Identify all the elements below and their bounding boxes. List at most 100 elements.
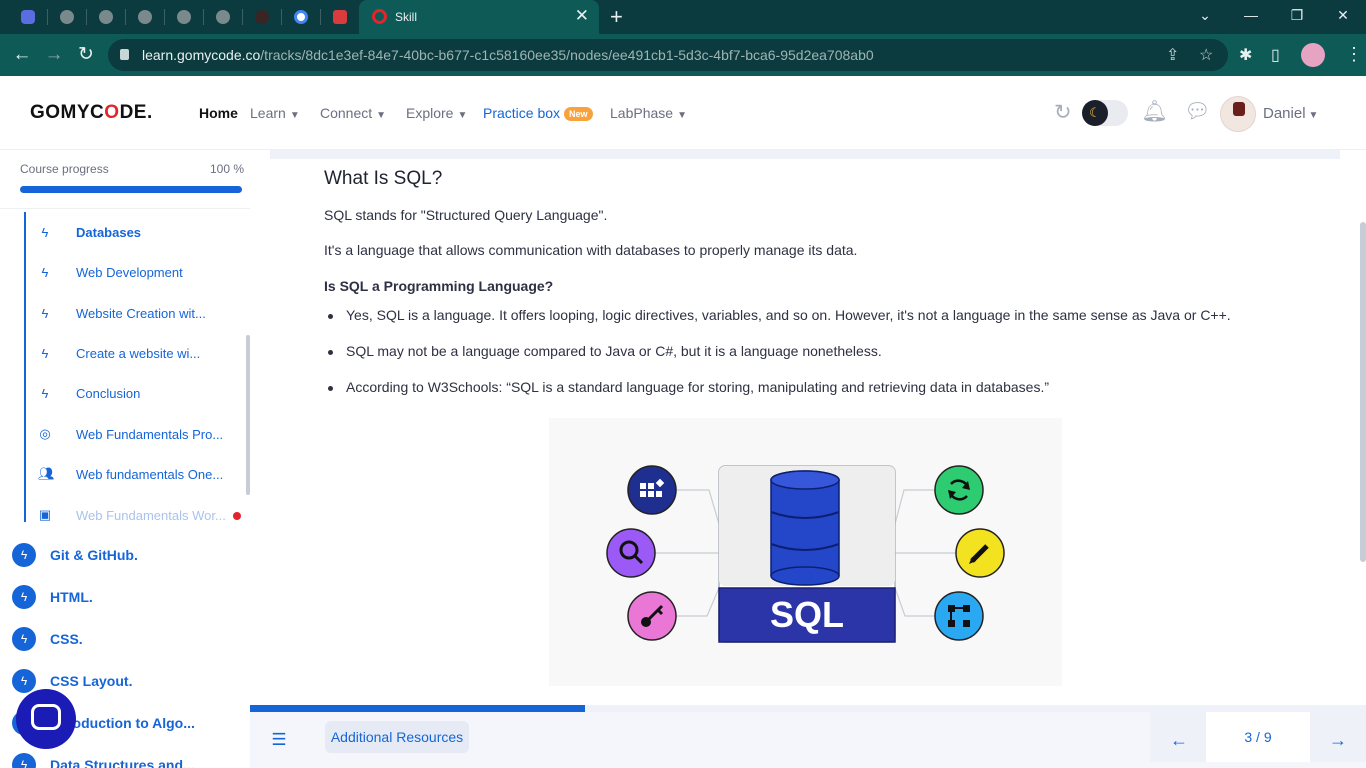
previous-page-icon[interactable]: ← <box>1170 728 1188 752</box>
bullet-item: Yes, SQL is a language. It offers loopin… <box>328 307 1231 323</box>
tab-favicon-globe[interactable] <box>134 7 156 27</box>
forward-icon[interactable]: → <box>42 44 66 66</box>
lightning-icon: ϟ <box>41 264 49 280</box>
sidebar-item-web-development[interactable]: ϟ Web Development <box>38 262 243 282</box>
tab-favicon-globe[interactable] <box>56 7 78 27</box>
share-icon[interactable]: ⇪ <box>1166 45 1179 65</box>
chat-icon[interactable]: 💬︎ <box>1184 100 1211 124</box>
sidebar-item-web-fundamentals-one[interactable]: 👥︎ Web fundamentals One... <box>38 464 243 484</box>
chapter-label: Data Structures and... <box>50 757 195 768</box>
nav-learn[interactable]: Learn ▼ <box>250 105 300 121</box>
lightning-icon: ϟ <box>12 627 36 651</box>
notification-bell-icon[interactable]: 🔔︎ <box>1141 100 1168 124</box>
lightning-icon: ϟ <box>12 543 36 567</box>
lesson-content: What Is SQL? SQL stands for "Structured … <box>250 150 1366 705</box>
course-sidebar: Course progress 100 % ϟ Databases ϟ Web … <box>0 150 250 768</box>
lesson-footer: ☰ Additional Resources ← 3 / 9 → <box>250 712 1366 768</box>
lesson-title: What Is SQL? <box>324 168 443 189</box>
close-tab-icon[interactable]: ✕ <box>575 6 589 26</box>
table-of-contents-icon[interactable]: ☰ <box>264 728 294 752</box>
course-progress-label: Course progress <box>20 162 109 176</box>
sidebar-item-label: Web Fundamentals Wor... <box>76 507 226 523</box>
reload-icon[interactable]: ↻ <box>74 44 98 66</box>
chapter-label: HTML. <box>50 589 93 605</box>
nav-practice-box[interactable]: Practice box New <box>483 105 593 122</box>
chapter-label: Git & GitHub. <box>50 547 138 563</box>
nav-explore[interactable]: Explore ▼ <box>406 105 467 121</box>
restore-icon[interactable]: ❐ <box>1285 5 1309 25</box>
side-panel-icon[interactable]: ▯ <box>1271 45 1280 65</box>
sidebar-item-create-website[interactable]: ϟ Create a website wi... <box>38 343 243 363</box>
tab-search-icon[interactable]: ⌄ <box>1193 5 1217 25</box>
browser-profile-avatar[interactable] <box>1301 43 1325 67</box>
extensions-icon[interactable]: ✱ <box>1239 45 1252 65</box>
lightning-icon: ϟ <box>41 345 49 361</box>
site-header: GOMYCODE. Home Learn ▼ Connect ▼ Explore ▼ … <box>0 76 1366 150</box>
chapter-git-github[interactable]: ϟ Git & GitHub. <box>12 543 247 567</box>
course-progress-bar <box>20 186 242 193</box>
lightning-icon: ϟ <box>41 224 49 240</box>
apps-icon <box>627 465 677 515</box>
search-icon <box>606 528 656 578</box>
sql-illustration: SQL <box>549 418 1062 686</box>
sidebar-item-label: Databases <box>76 224 142 240</box>
refresh-icon[interactable]: ↻ <box>1054 100 1072 125</box>
bookmark-star-icon[interactable]: ☆ <box>1199 45 1213 65</box>
browser-menu-icon[interactable]: ⋮ <box>1345 44 1363 64</box>
nav-home[interactable]: Home <box>199 105 238 121</box>
lightning-icon: ϟ <box>12 753 36 768</box>
bullet-item: According to W3Schools: “SQL is a standa… <box>328 379 1049 395</box>
browser-tab-strip: Skill ✕ + ⌄ — ❐ ✕ <box>0 0 1366 34</box>
active-tab[interactable]: Skill ✕ <box>359 0 599 34</box>
sidebar-item-web-fundamentals-project[interactable]: ◎ Web Fundamentals Pro... <box>38 424 243 444</box>
sidebar-item-databases[interactable]: ϟ Databases <box>38 222 243 242</box>
course-progress-fill <box>20 186 242 193</box>
paragraph: SQL stands for "Structured Query Languag… <box>324 207 608 223</box>
active-tab-title: Skill <box>395 10 418 24</box>
sidebar-item-label: Web Development <box>76 264 183 280</box>
nav-labphase[interactable]: LabPhase ▼ <box>610 105 687 121</box>
back-icon[interactable]: ← <box>10 44 34 66</box>
gomycode-logo[interactable]: GOMYCODE. <box>30 102 153 124</box>
tab-favicon-dark[interactable] <box>251 7 273 27</box>
dark-mode-toggle[interactable]: ☾ <box>1082 100 1128 126</box>
url-text: learn.gomycode.co/tracks/8dc1e3ef-84e7-4… <box>142 47 874 63</box>
paragraph: It's a language that allows communicatio… <box>324 242 858 258</box>
new-tab-button[interactable]: + <box>610 4 623 30</box>
support-chat-button[interactable] <box>16 689 76 749</box>
tab-favicon-globe[interactable] <box>173 7 195 27</box>
window-close-icon[interactable]: ✕ <box>1331 5 1355 25</box>
sidebar-item-web-fundamentals-workshop[interactable]: ▣ Web Fundamentals Wor... <box>38 505 243 525</box>
chapter-data-structures[interactable]: ϟ Data Structures and... <box>12 753 247 768</box>
minimize-icon[interactable]: — <box>1239 5 1263 25</box>
sidebar-item-website-creation[interactable]: ϟ Website Creation wit... <box>38 303 243 323</box>
nav-connect[interactable]: Connect ▼ <box>320 105 386 121</box>
address-bar[interactable]: learn.gomycode.co/tracks/8dc1e3ef-84e7-4… <box>108 39 1228 71</box>
additional-resources-button[interactable]: Additional Resources <box>325 721 469 753</box>
sidebar-item-label: Create a website wi... <box>76 345 201 361</box>
tab-favicon-red[interactable] <box>329 7 351 27</box>
user-avatar[interactable] <box>1220 96 1256 132</box>
chapter-label: CSS Layout. <box>50 673 133 689</box>
next-page-icon[interactable]: → <box>1329 728 1347 752</box>
section-heading: Is SQL a Programming Language? <box>324 278 554 294</box>
tab-favicon-globe[interactable] <box>95 7 117 27</box>
chapter-css[interactable]: ϟ CSS. <box>12 627 247 651</box>
chevron-down-icon: ▼ <box>457 110 468 121</box>
user-menu[interactable]: Daniel ▼ <box>1263 105 1318 122</box>
tab-favicon-app[interactable] <box>17 7 39 27</box>
lightning-icon: ϟ <box>12 585 36 609</box>
workshop-icon: ▣ <box>38 507 52 522</box>
browser-toolbar: ← → ↻ learn.gomycode.co/tracks/8dc1e3ef-… <box>0 34 1366 76</box>
sidebar-item-conclusion[interactable]: ϟ Conclusion <box>38 383 243 403</box>
lock-icon <box>120 49 129 60</box>
tab-favicon-globe[interactable] <box>212 7 234 27</box>
sql-file-icon: SQL <box>718 465 896 643</box>
sidebar-item-label: Conclusion <box>76 385 141 401</box>
content-scrollbar[interactable] <box>1360 222 1366 562</box>
tab-favicon-google[interactable] <box>290 7 312 27</box>
lesson-progress-bar <box>250 705 1366 712</box>
lightning-icon: ϟ <box>41 305 49 321</box>
chapter-html[interactable]: ϟ HTML. <box>12 585 247 609</box>
page-indicator-text: 3 / 9 <box>1244 729 1272 745</box>
